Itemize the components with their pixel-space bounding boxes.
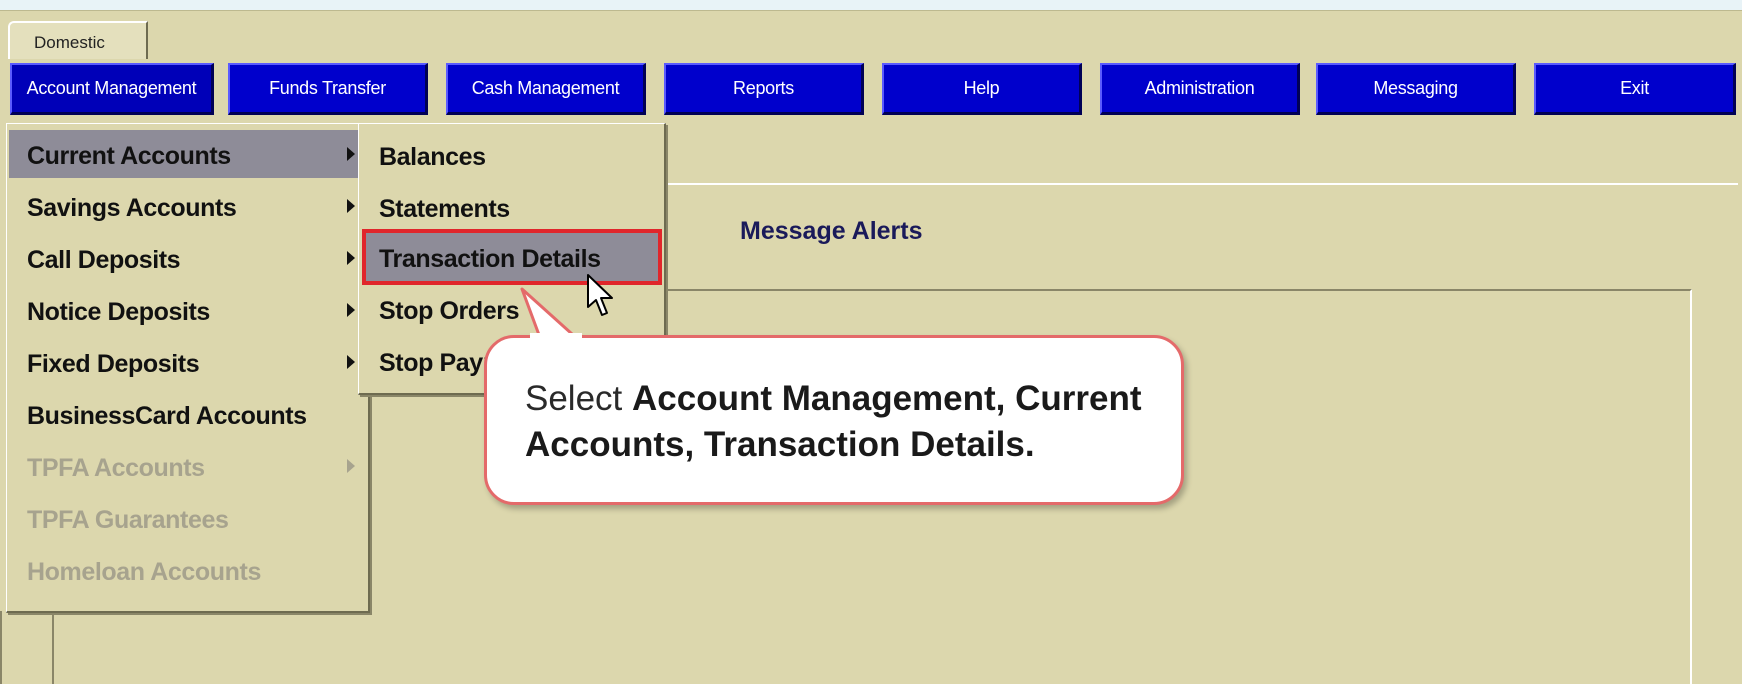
submenu-arrow-icon [347, 199, 355, 213]
menu-item-tpfa-accounts: TPFA Accounts [9, 442, 367, 490]
tab-domestic[interactable]: Domestic [8, 21, 148, 59]
funds-transfer-button[interactable]: Funds Transfer [228, 63, 428, 115]
menu-item-fixed-deposits[interactable]: Fixed Deposits [9, 338, 367, 386]
exit-button[interactable]: Exit [1534, 63, 1736, 115]
menu-item-tpfa-guarantees: TPFA Guarantees [9, 494, 367, 542]
submenu-item-statements[interactable]: Statements [365, 182, 659, 232]
menu-item-label: Savings Accounts [27, 194, 237, 222]
instruction-callout: Select Account Management, Current Accou… [484, 335, 1184, 505]
menu-item-savings-accounts[interactable]: Savings Accounts [9, 182, 367, 230]
message-alerts-title: Message Alerts [740, 217, 923, 245]
menu-item-notice-deposits[interactable]: Notice Deposits [9, 286, 367, 334]
submenu-arrow-icon [347, 459, 355, 473]
menu-item-label: Notice Deposits [27, 298, 210, 326]
submenu-arrow-icon [347, 147, 355, 161]
messaging-button[interactable]: Messaging [1316, 63, 1516, 115]
panel-edge [0, 611, 10, 684]
reports-button[interactable]: Reports [664, 63, 864, 115]
menu-item-label: BusinessCard Accounts [27, 402, 307, 430]
submenu-arrow-icon [347, 251, 355, 265]
help-button[interactable]: Help [882, 63, 1082, 115]
callout-bold-1: Account Management, Current [632, 379, 1142, 418]
arrow-pointer-icon [587, 274, 613, 316]
menu-item-call-deposits[interactable]: Call Deposits [9, 234, 367, 282]
main-toolbar: Account Management Funds Transfer Cash M… [10, 63, 1742, 123]
submenu-item-balances[interactable]: Balances [365, 130, 659, 180]
cash-management-button[interactable]: Cash Management [446, 63, 646, 115]
account-management-menu: Current Accounts Savings Accounts Call D… [6, 123, 370, 613]
menu-item-label: Fixed Deposits [27, 350, 200, 378]
account-management-button[interactable]: Account Management [10, 63, 214, 115]
administration-button[interactable]: Administration [1100, 63, 1300, 115]
menu-item-label: Current Accounts [27, 142, 231, 170]
menu-item-homeloan-accounts: Homeloan Accounts [9, 546, 367, 594]
app-window: Domestic Account Management Funds Transf… [0, 10, 1742, 684]
menu-item-label: TPFA Accounts [27, 454, 205, 482]
submenu-arrow-icon [347, 303, 355, 317]
callout-prefix: Select [525, 379, 632, 418]
menu-item-current-accounts[interactable]: Current Accounts [9, 130, 367, 178]
menu-item-label: Call Deposits [27, 246, 181, 274]
menu-item-businesscard-accounts[interactable]: BusinessCard Accounts [9, 390, 367, 438]
menu-item-label: Homeloan Accounts [27, 558, 261, 586]
submenu-arrow-icon [347, 355, 355, 369]
callout-tail-mask [530, 333, 582, 339]
menu-item-label: TPFA Guarantees [27, 506, 229, 534]
callout-bold-2: Accounts, Transaction Details. [525, 425, 1035, 464]
